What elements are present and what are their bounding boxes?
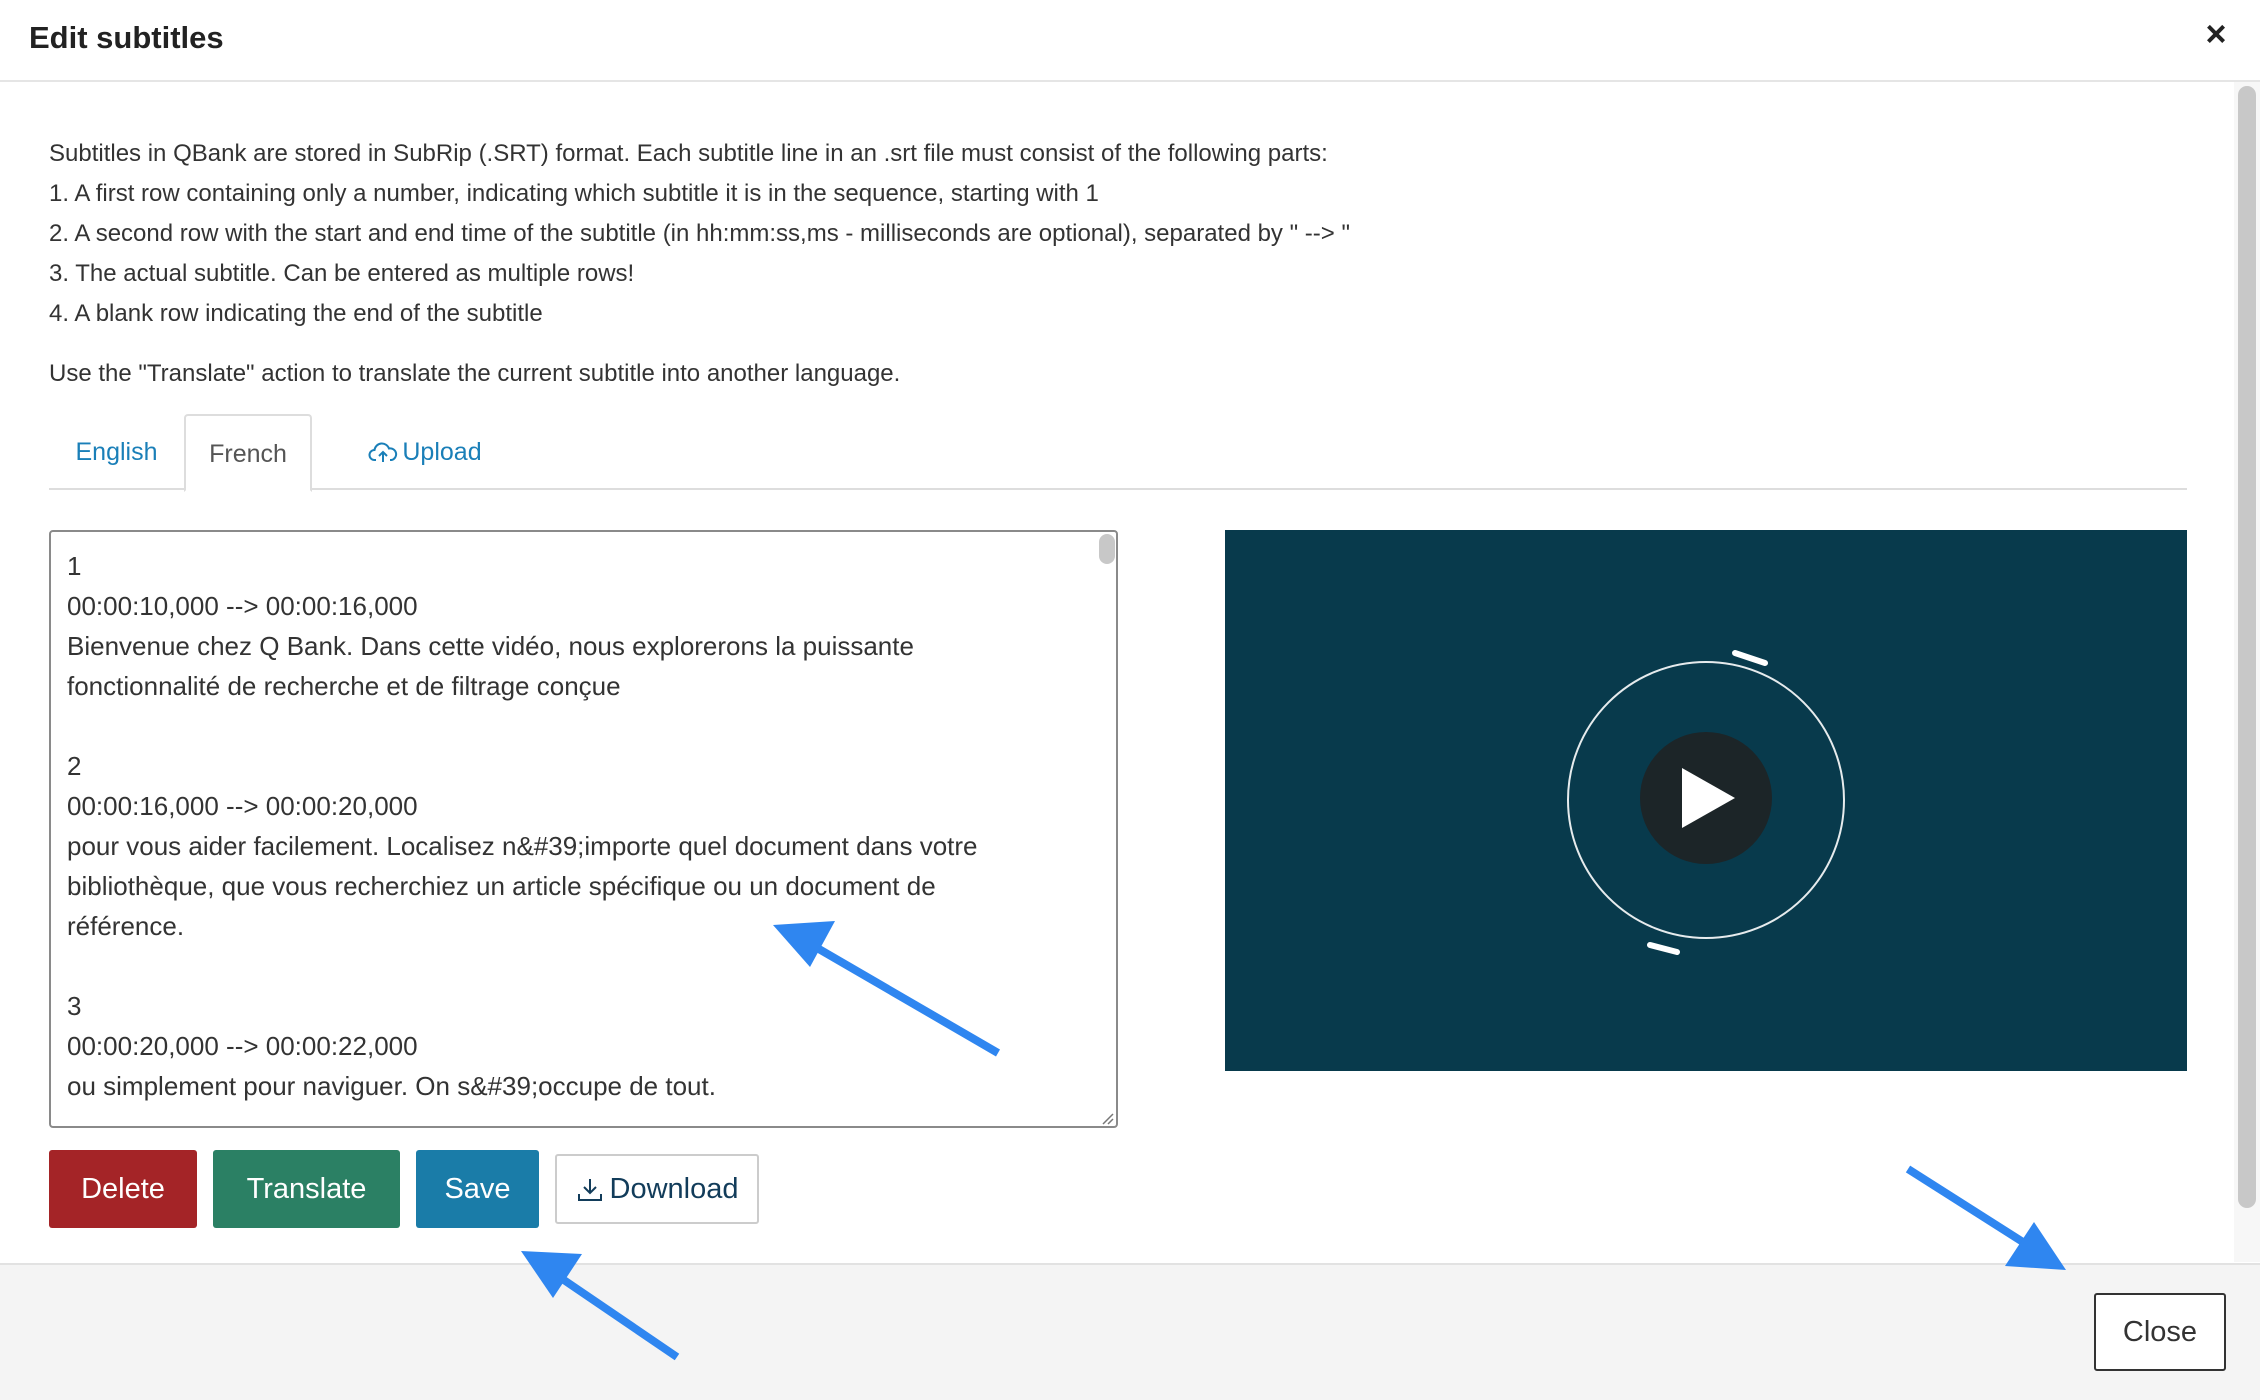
translate-note: Use the "Translate" action to translate … bbox=[49, 360, 901, 387]
instruction-line: 2. A second row with the start and end t… bbox=[49, 220, 1350, 247]
editor-scrollbar-thumb[interactable] bbox=[1099, 534, 1115, 564]
delete-button[interactable]: Delete bbox=[49, 1150, 197, 1228]
dialog-header: Edit subtitles × bbox=[0, 0, 2260, 82]
subtitle-textarea[interactable]: 1 00:00:10,000 --> 00:00:16,000 Bienvenu… bbox=[49, 530, 1118, 1128]
save-button[interactable]: Save bbox=[416, 1150, 539, 1228]
tab-english[interactable]: English bbox=[49, 414, 184, 490]
instruction-line: 4. A blank row indicating the end of the… bbox=[49, 300, 543, 327]
dialog-title: Edit subtitles bbox=[29, 20, 224, 55]
video-player[interactable] bbox=[1225, 530, 2187, 1071]
language-tabs: English French Upload bbox=[49, 414, 2187, 492]
instructions: Subtitles in QBank are stored in SubRip … bbox=[49, 134, 2149, 334]
download-icon bbox=[576, 1176, 604, 1204]
cloud-upload-icon bbox=[368, 441, 398, 465]
instruction-line: Subtitles in QBank are stored in SubRip … bbox=[49, 140, 1328, 167]
download-button[interactable]: Download bbox=[555, 1154, 759, 1224]
edit-subtitles-dialog: Edit subtitles × Subtitles in QBank are … bbox=[0, 0, 2260, 1400]
tab-upload[interactable]: Upload bbox=[325, 414, 525, 490]
close-icon[interactable]: × bbox=[2196, 14, 2236, 54]
subtitle-content[interactable]: 1 00:00:10,000 --> 00:00:16,000 Bienvenu… bbox=[67, 546, 1087, 1106]
instruction-line: 3. The actual subtitle. Can be entered a… bbox=[49, 260, 635, 287]
download-label: Download bbox=[609, 1173, 739, 1205]
tab-french[interactable]: French bbox=[184, 414, 312, 492]
annotation-arrow bbox=[1905, 1165, 2066, 1270]
dialog-scrollbar-thumb[interactable] bbox=[2238, 86, 2256, 1208]
translate-button[interactable]: Translate bbox=[213, 1150, 400, 1228]
tab-upload-label: Upload bbox=[402, 438, 482, 466]
close-button[interactable]: Close bbox=[2094, 1293, 2226, 1371]
resize-handle-icon[interactable] bbox=[1099, 1110, 1115, 1126]
dialog-footer bbox=[0, 1263, 2260, 1400]
instruction-line: 1. A first row containing only a number,… bbox=[49, 180, 1099, 207]
